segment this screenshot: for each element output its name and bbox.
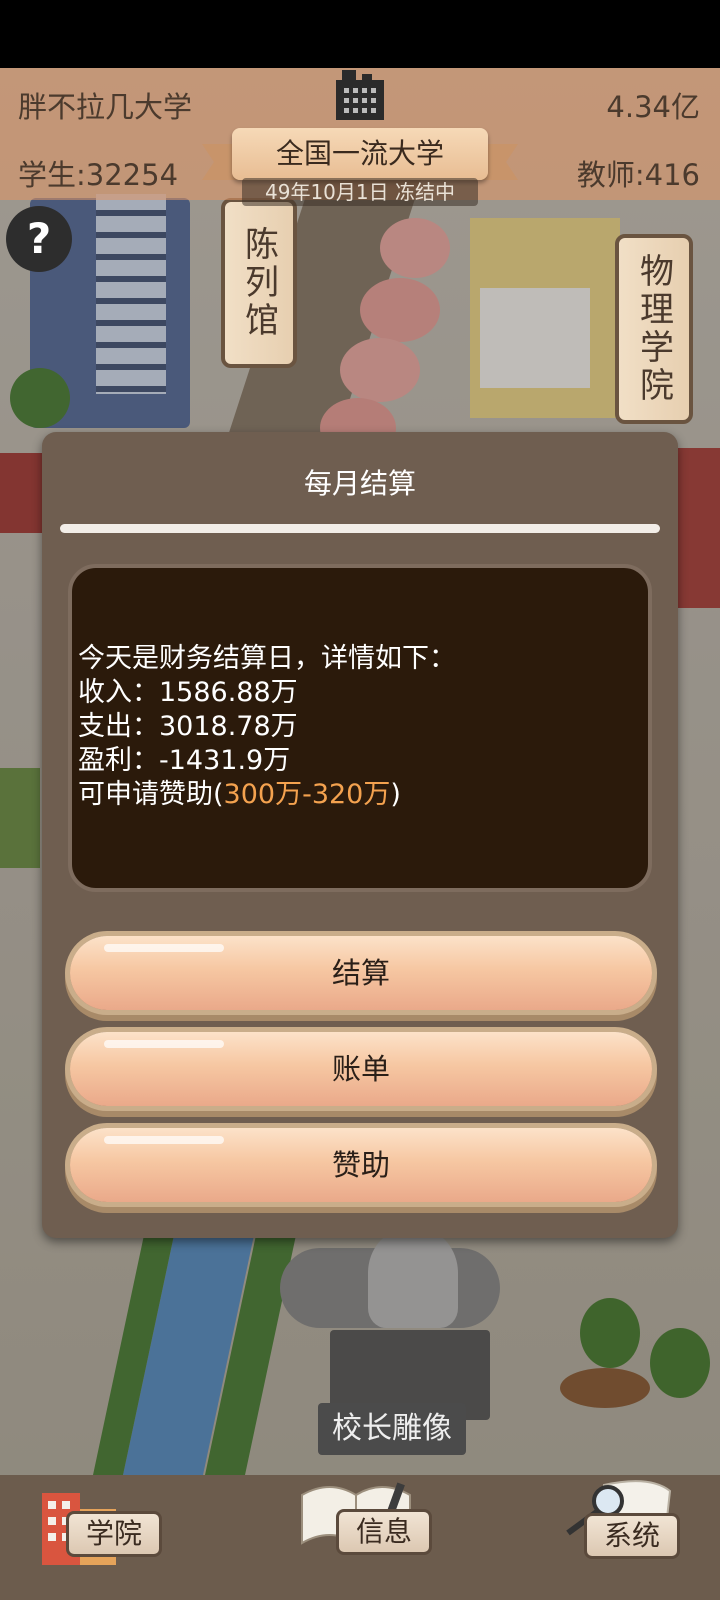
question-mark-icon: ? xyxy=(26,214,52,263)
title-divider xyxy=(60,524,660,533)
sponsor-line: 可申请赞助(300万-320万) xyxy=(78,779,401,810)
university-rank: 全国一流大学 xyxy=(275,137,444,170)
exhibition-hall-sign[interactable]: 陈列馆 xyxy=(221,198,297,368)
funds-amount: 4.34亿 xyxy=(606,90,700,124)
top-hud: 胖不拉几大学 学生:32254 4.34亿 教师:416 全国一流大学 49年1… xyxy=(0,68,720,206)
nav-info-label: 信息 xyxy=(336,1509,432,1555)
status-bar xyxy=(0,0,720,68)
university-name: 胖不拉几大学 xyxy=(18,90,193,124)
message-intro: 今天是财务结算日，详情如下： xyxy=(78,643,456,674)
nav-college-label: 学院 xyxy=(66,1511,162,1557)
dialog-title: 每月结算 xyxy=(303,467,416,500)
physics-school-sign[interactable]: 物理学院 xyxy=(615,234,693,424)
bill-button[interactable]: 账单 xyxy=(70,1032,652,1106)
university-tower-icon xyxy=(336,70,384,120)
help-button[interactable]: ? xyxy=(6,206,72,272)
income-line: 收入：1586.88万 xyxy=(78,677,298,708)
settlement-message-box: 今天是财务结算日，详情如下： 收入：1586.88万 支出：3018.78万 盈… xyxy=(68,564,652,892)
profit-line: 盈利：-1431.9万 xyxy=(78,745,291,776)
teacher-count: 教师:416 xyxy=(576,158,700,192)
nav-system[interactable]: 系统 xyxy=(560,1475,710,1600)
nav-college[interactable]: 学院 xyxy=(28,1475,168,1600)
settlement-message: 今天是财务结算日，详情如下： 收入：1586.88万 支出：3018.78万 盈… xyxy=(78,642,456,812)
expense-line: 支出：3018.78万 xyxy=(78,711,298,742)
student-count: 学生:32254 xyxy=(18,158,179,192)
monthly-settlement-dialog: 每月结算 今天是财务结算日，详情如下： 收入：1586.88万 支出：3018.… xyxy=(42,432,678,1238)
game-date-status: 49年10月1日 冻结中 xyxy=(242,178,478,206)
settle-button[interactable]: 结算 xyxy=(70,936,652,1010)
nav-info[interactable]: 信息 xyxy=(296,1475,436,1600)
bottom-nav: 学院 信息 系统 xyxy=(0,1475,720,1600)
nav-system-label: 系统 xyxy=(584,1513,680,1559)
principal-statue-label[interactable]: 校长雕像 xyxy=(318,1403,466,1455)
sponsor-button[interactable]: 赞助 xyxy=(70,1128,652,1202)
sponsor-range: 300万-320万 xyxy=(223,779,391,810)
